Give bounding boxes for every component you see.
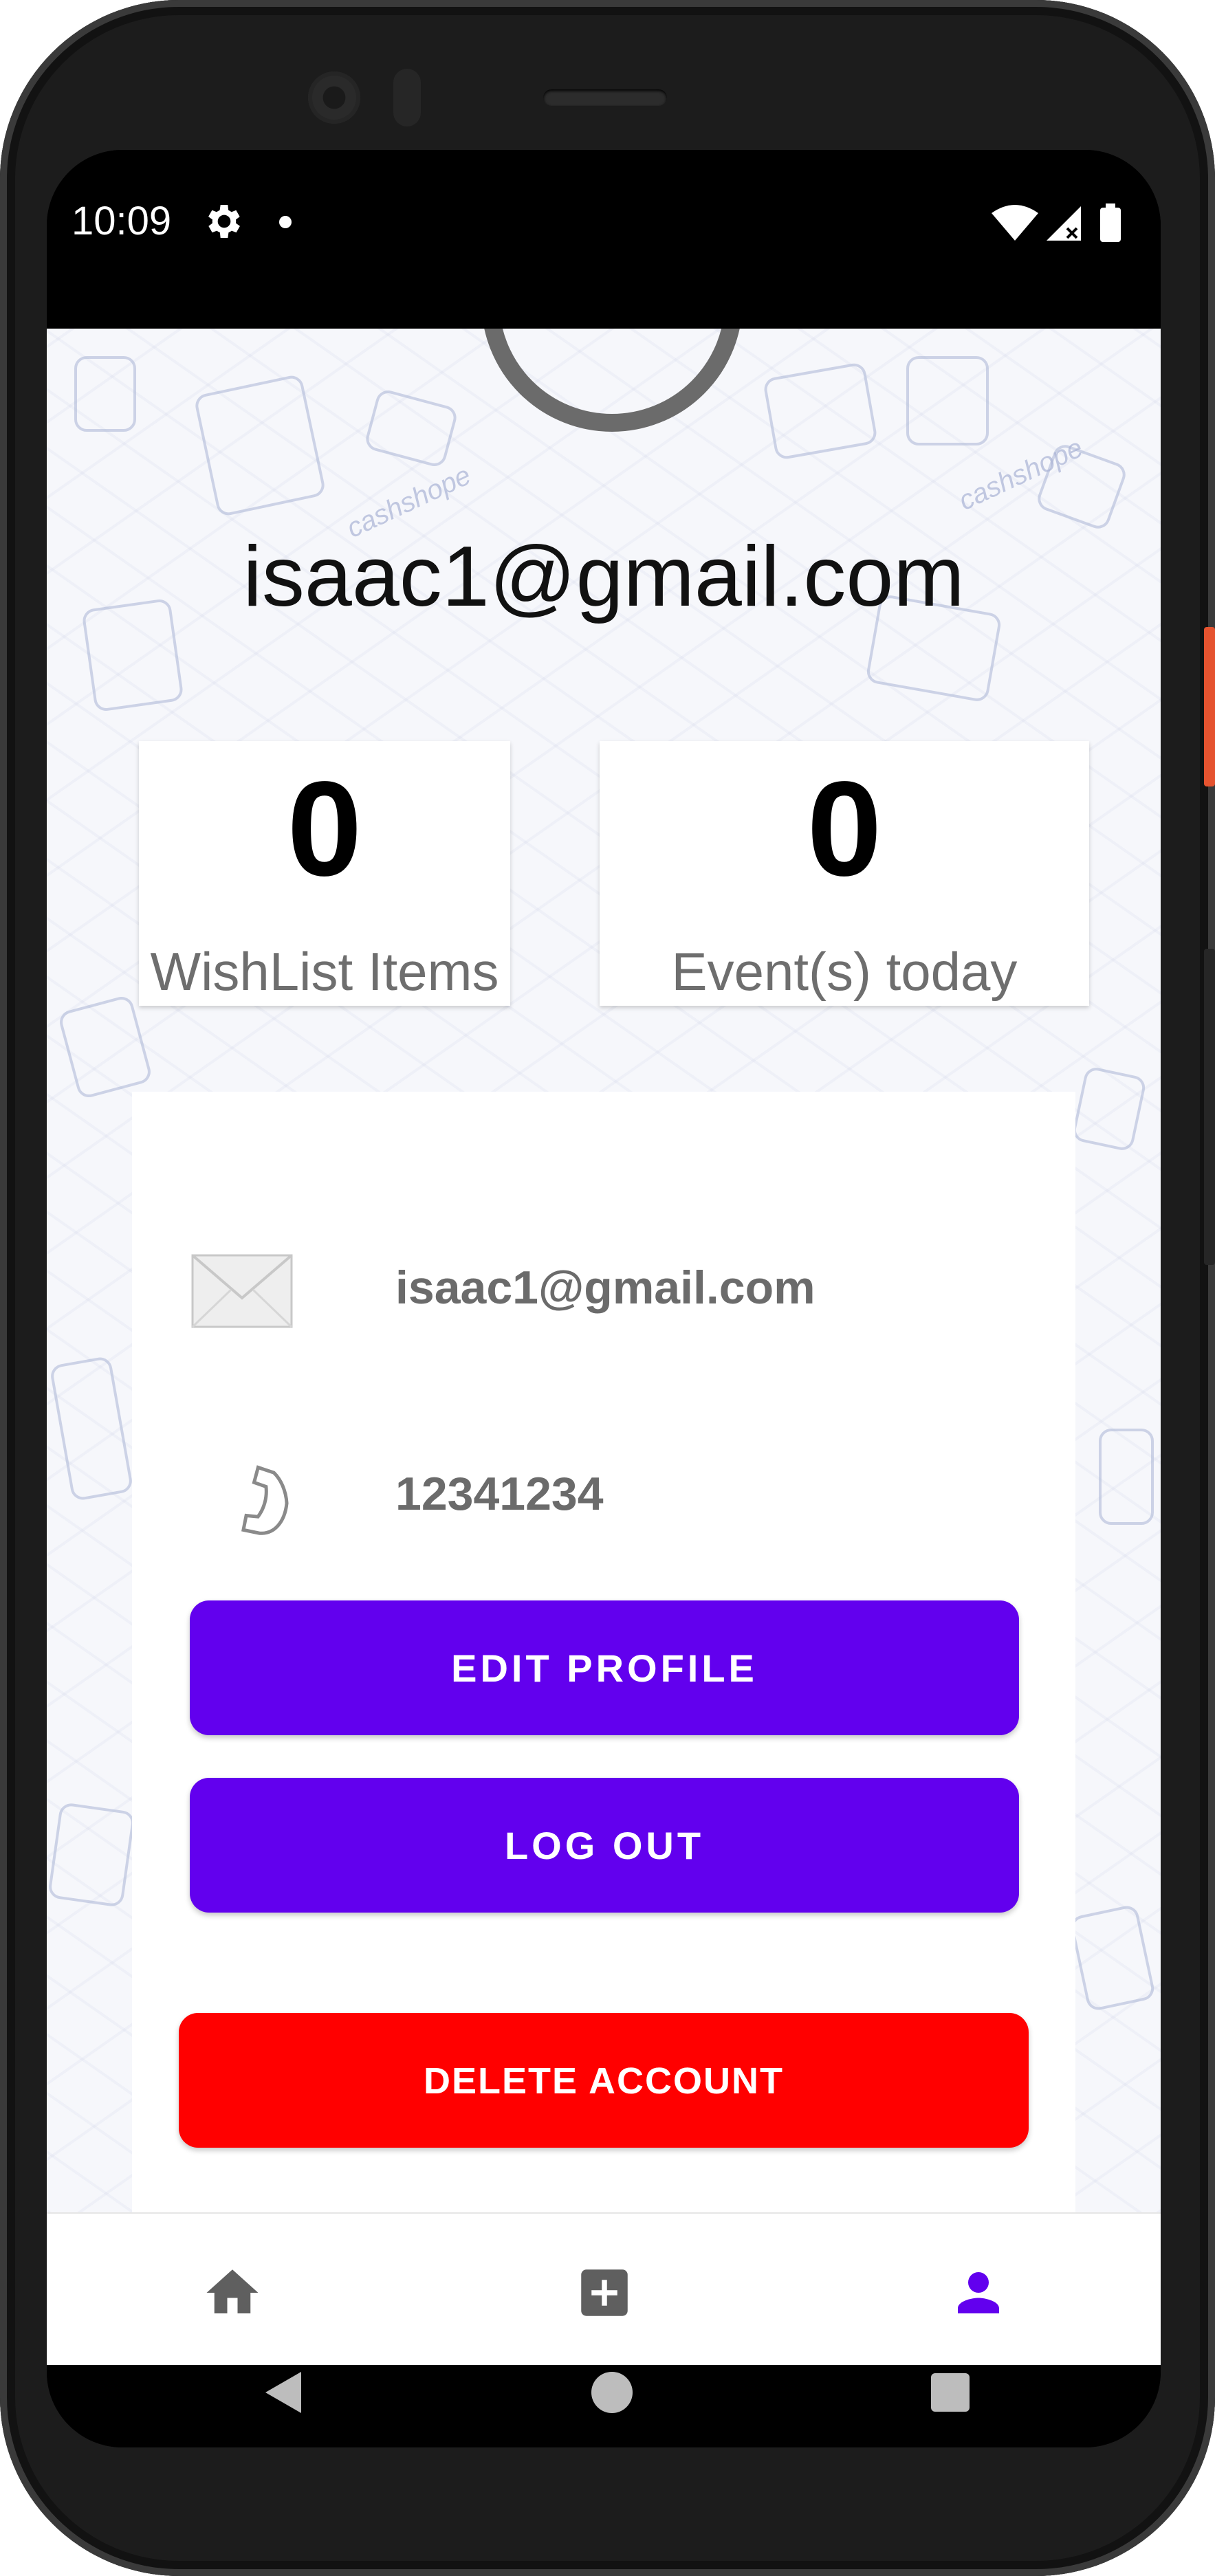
doodle-shirt (906, 356, 989, 445)
proximity-sensor (393, 69, 421, 126)
events-count: 0 (807, 753, 882, 904)
events-stat-card[interactable]: 0 Event(s) today (600, 741, 1089, 1006)
system-navigation-bar (47, 2365, 1161, 2447)
status-bar: 10:09 (47, 150, 1161, 329)
add-box-icon[interactable] (573, 2262, 635, 2324)
screen: 10:09 cashshope cashshope isaac1@gmail.c… (47, 150, 1161, 2447)
doodle-card (363, 388, 459, 469)
recents-icon[interactable] (923, 2365, 978, 2420)
log-out-button[interactable]: LOG OUT (190, 1778, 1019, 1913)
notification-dot-icon (279, 216, 292, 228)
wishlist-count: 0 (287, 753, 362, 904)
bottom-navigation (47, 2212, 1161, 2365)
doodle-shirt (47, 1802, 136, 1908)
front-camera (308, 71, 360, 124)
person-icon[interactable] (948, 2262, 1009, 2324)
doodle-cart (193, 373, 327, 518)
doodle-cat (762, 361, 879, 461)
status-icons (992, 203, 1121, 242)
status-time: 10:09 (72, 199, 172, 243)
wishlist-stat-card[interactable]: 0 WishList Items (139, 741, 510, 1006)
email-value: isaac1@gmail.com (395, 1262, 816, 1314)
settings-gear-icon (208, 205, 240, 238)
profile-screen: cashshope cashshope cashshope isaac1@gma… (47, 329, 1161, 2365)
doodle-cart (49, 1355, 134, 1502)
back-icon[interactable] (256, 2365, 311, 2420)
phone-icon (241, 1465, 289, 1535)
doodle-tag (74, 356, 136, 432)
battery-icon (1100, 203, 1121, 242)
email-row: isaac1@gmail.com (132, 1229, 1075, 1367)
earpiece-speaker (543, 89, 667, 106)
profile-header-email: isaac1@gmail.com (243, 529, 965, 624)
doodle-cat (1069, 1904, 1157, 2012)
edit-profile-button[interactable]: EDIT PROFILE (190, 1600, 1019, 1735)
phone-row: 12341234 (132, 1435, 1075, 1573)
wishlist-label: WishList Items (150, 941, 499, 1002)
power-button (1204, 627, 1215, 786)
volume-button (1204, 949, 1215, 1265)
signal-icon (1047, 206, 1081, 241)
phone-frame: 10:09 cashshope cashshope isaac1@gmail.c… (0, 0, 1215, 2576)
envelope-icon (191, 1254, 293, 1328)
doodle-shirt (57, 993, 153, 1101)
events-label: Event(s) today (671, 941, 1018, 1002)
phone-value: 12341234 (395, 1468, 604, 1520)
delete-account-button[interactable]: DELETE ACCOUNT (179, 2013, 1029, 2148)
home-icon[interactable] (201, 2262, 263, 2324)
wifi-icon (992, 205, 1038, 241)
doodle-cart (1099, 1429, 1154, 1525)
home-circle-icon[interactable] (584, 2365, 639, 2420)
doodle-shirt (1071, 1065, 1148, 1153)
